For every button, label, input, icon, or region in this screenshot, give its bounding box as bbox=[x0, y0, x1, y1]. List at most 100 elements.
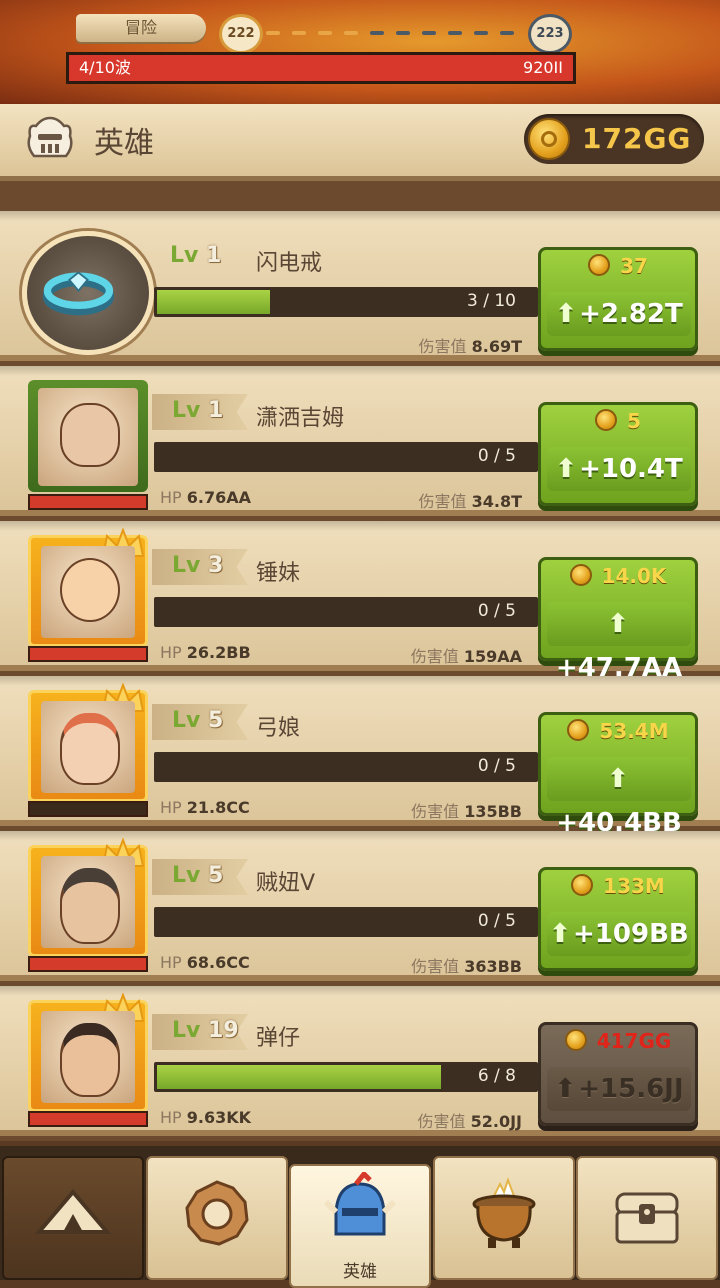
wave-dash bbox=[266, 31, 280, 35]
damage-stat: 伤害值 34.8T bbox=[419, 488, 523, 512]
damage-value: 159AA bbox=[463, 647, 522, 666]
boss-hp-value: 920II bbox=[523, 58, 563, 77]
damage-value: 34.8T bbox=[471, 492, 522, 511]
up-arrow-icon: ⬆ bbox=[549, 919, 572, 949]
coin-icon bbox=[564, 1029, 587, 1051]
up-arrow-icon: ⬆ bbox=[607, 764, 629, 794]
hp-stat: HP 68.6CC bbox=[160, 953, 250, 972]
next-wave-node: 223 bbox=[528, 14, 572, 54]
xp-fill bbox=[157, 1065, 441, 1089]
hero-hp-bar bbox=[28, 956, 148, 972]
level-label: Lv bbox=[172, 708, 201, 733]
jim-face-icon bbox=[60, 403, 120, 468]
hp-value: 26.2BB bbox=[186, 643, 251, 662]
level-number: 1 bbox=[208, 398, 224, 423]
nav-tab-camp[interactable] bbox=[2, 1156, 144, 1280]
upgrade-button[interactable]: 417GG ⬆+15.6JJ bbox=[538, 1022, 698, 1126]
level-display: Lv 5 bbox=[172, 863, 223, 888]
xp-bar: 0 / 5 bbox=[154, 597, 538, 627]
coin-icon bbox=[595, 409, 618, 431]
adventure-tab[interactable]: 冒险 bbox=[76, 14, 206, 42]
level-label: Lv bbox=[170, 243, 199, 268]
helmet-icon bbox=[27, 116, 73, 158]
cost-value: 5 bbox=[627, 409, 641, 433]
upgrade-button[interactable]: 5 ⬆+10.4T bbox=[538, 402, 698, 506]
upgrade-cost: 14.0K bbox=[541, 564, 695, 588]
wave-dash bbox=[292, 31, 306, 35]
artifact-row: Lv 1 闪电戒 3 / 10 伤害值 8.69T 37 ⬆+2.82T bbox=[0, 211, 720, 361]
damage-value: 135BB bbox=[464, 802, 522, 821]
portrait-background bbox=[41, 1011, 135, 1103]
knight-helmet-icon bbox=[323, 1172, 397, 1236]
hero-portrait[interactable] bbox=[28, 380, 148, 510]
coin-icon bbox=[567, 719, 590, 741]
wave-dash bbox=[370, 31, 384, 35]
nav-tab-alchemy[interactable] bbox=[433, 1156, 575, 1280]
damage-label: 伤害值 bbox=[418, 337, 467, 356]
lightning-ring-icon bbox=[42, 271, 115, 316]
bottom-nav: 英雄 bbox=[0, 1146, 720, 1288]
upgrade-button[interactable]: 53.4M ⬆+40.4BB bbox=[538, 712, 698, 838]
xp-text: 6 / 8 bbox=[477, 1066, 516, 1086]
level-number: 3 bbox=[208, 553, 224, 578]
upgrade-button[interactable]: 37 ⬆+2.82T bbox=[538, 247, 698, 351]
wave-dash bbox=[422, 31, 436, 35]
cost-value: 14.0K bbox=[601, 564, 667, 588]
upgrade-gain: ⬆+15.6JJ bbox=[547, 1067, 691, 1111]
nav-tab-treasure[interactable] bbox=[576, 1156, 718, 1280]
upgrade-button[interactable]: 133M ⬆+109BB bbox=[538, 867, 698, 971]
nav-tab-heroes[interactable]: 英雄 bbox=[289, 1164, 431, 1288]
hp-label: HP bbox=[160, 1108, 182, 1127]
damage-value: 363BB bbox=[464, 957, 522, 976]
hero-portrait[interactable] bbox=[28, 838, 148, 972]
xp-text: 0 / 5 bbox=[477, 756, 516, 776]
hero-row: Lv 5 弓娘 0 / 5 HP 21.8CC 伤害值 135BB 53.4M … bbox=[0, 676, 720, 838]
gain-value: +2.82T bbox=[579, 299, 683, 329]
hp-label: HP bbox=[160, 798, 182, 817]
treasure-chest-icon bbox=[615, 1192, 679, 1244]
damage-label: 伤害值 bbox=[418, 492, 467, 511]
portrait-background bbox=[38, 388, 138, 486]
upgrade-button[interactable]: 14.0K ⬆+47.7AA bbox=[538, 557, 698, 683]
thief-girl-face-icon bbox=[60, 868, 120, 945]
slingshot-boy-face-icon bbox=[60, 1023, 120, 1098]
nav-tab-skills[interactable] bbox=[146, 1156, 288, 1280]
damage-label: 伤害值 bbox=[417, 1112, 466, 1131]
tent-icon bbox=[34, 1188, 112, 1234]
coin-icon bbox=[588, 254, 611, 276]
hp-stat: HP 26.2BB bbox=[160, 643, 251, 662]
wave-progress-label: 4/10波 bbox=[79, 58, 131, 77]
cost-value: 53.4M bbox=[599, 719, 669, 743]
adventure-bar: 冒险 222 223 4/10波 920II bbox=[0, 0, 720, 104]
hero-name: 弹仔 bbox=[256, 1026, 301, 1051]
hero-portrait[interactable] bbox=[28, 683, 148, 817]
upgrade-cost: 37 bbox=[541, 254, 695, 278]
level-display: Lv 1 bbox=[170, 243, 221, 268]
wave-dash bbox=[474, 31, 488, 35]
damage-stat: 伤害值 363BB bbox=[411, 953, 522, 977]
hero-hp-bar bbox=[28, 646, 148, 662]
coin-icon bbox=[569, 564, 592, 586]
level-display: Lv 19 bbox=[172, 1018, 239, 1043]
hp-label: HP bbox=[160, 953, 182, 972]
damage-value: 52.0JJ bbox=[470, 1112, 522, 1131]
damage-stat: 伤害值 52.0JJ bbox=[418, 1108, 523, 1132]
hero-list[interactable]: Lv 1 闪电戒 3 / 10 伤害值 8.69T 37 ⬆+2.82T Lv … bbox=[0, 181, 720, 1141]
hero-portrait[interactable] bbox=[28, 528, 148, 662]
upgrade-gain: ⬆+47.7AA bbox=[547, 602, 691, 683]
xp-bar: 6 / 8 bbox=[154, 1062, 538, 1092]
hero-row: Lv 1 潇洒吉姆 0 / 5 HP 6.76AA 伤害值 34.8T 5 ⬆+… bbox=[0, 366, 720, 516]
gain-value: +15.6JJ bbox=[578, 1074, 684, 1104]
hero-row: Lv 5 贼妞V 0 / 5 HP 68.6CC 伤害值 363BB 133M … bbox=[0, 831, 720, 981]
xp-bar: 3 / 10 bbox=[154, 287, 538, 317]
upgrade-gain: ⬆+109BB bbox=[547, 912, 691, 956]
hero-portrait[interactable] bbox=[28, 993, 148, 1127]
level-label: Lv bbox=[172, 1018, 201, 1043]
artifact-slot[interactable] bbox=[22, 231, 154, 355]
upgrade-cost: 417GG bbox=[541, 1029, 695, 1053]
xp-text: 0 / 5 bbox=[477, 911, 516, 931]
current-wave-node: 222 bbox=[219, 14, 263, 54]
archer-girl-face-icon bbox=[60, 713, 120, 786]
hp-stat: HP 21.8CC bbox=[160, 798, 250, 817]
gold-balance: 172GG bbox=[524, 114, 704, 164]
